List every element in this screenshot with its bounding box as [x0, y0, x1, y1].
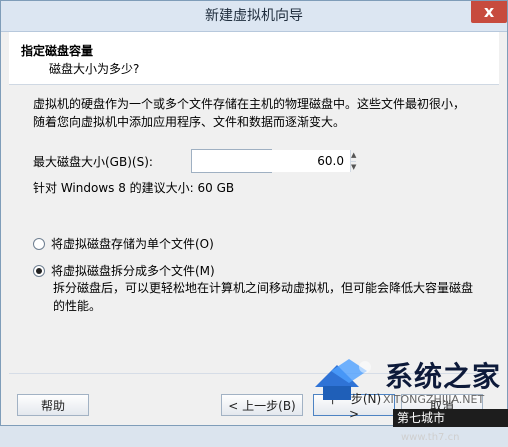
spin-up-button[interactable]: ▲: [351, 150, 357, 162]
split-files-label[interactable]: 将虚拟磁盘拆分成多个文件(M): [51, 262, 215, 279]
spinner-buttons[interactable]: ▲ ▼: [350, 150, 357, 173]
cancel-button[interactable]: 取消: [401, 394, 483, 416]
split-files-option[interactable]: 将虚拟磁盘拆分成多个文件(M): [33, 262, 215, 279]
disk-size-input[interactable]: [192, 150, 350, 172]
split-description: 拆分磁盘后，可以更轻松地在计算机之间移动虚拟机，但可能会降低大容量磁盘的性能。: [53, 281, 474, 313]
wizard-content: 虚拟机的硬盘作为一个或多个文件存储在主机的物理磁盘中。这些文件最初很小，随着您向…: [9, 85, 499, 372]
wizard-window: 新建虚拟机向导 x 指定磁盘容量 磁盘大小为多少? 虚拟机的硬盘作为一个或多个文…: [0, 0, 508, 443]
radio-button-split-files[interactable]: [33, 264, 45, 277]
single-file-option[interactable]: 将虚拟磁盘存储为单个文件(O): [33, 235, 214, 252]
next-button[interactable]: 下一步(N) >: [313, 392, 395, 421]
back-button[interactable]: < 上一步(B): [221, 394, 303, 416]
single-file-label[interactable]: 将虚拟磁盘存储为单个文件(O): [51, 235, 214, 252]
watermark-bottom-url: www.th7.cn: [401, 432, 460, 443]
wizard-header: 指定磁盘容量 磁盘大小为多少?: [9, 32, 499, 85]
window-title: 新建虚拟机向导: [205, 8, 303, 24]
title-bar: 新建虚拟机向导 x: [1, 1, 507, 32]
radio-button-single-file[interactable]: [33, 237, 45, 250]
spin-down-button[interactable]: ▼: [351, 162, 356, 173]
disk-description: 虚拟机的硬盘作为一个或多个文件存储在主机的物理磁盘中。这些文件最初很小，随着您向…: [33, 97, 466, 129]
recommended-size-text: 针对 Windows 8 的建议大小: 60 GB: [33, 181, 235, 195]
page-title: 指定磁盘容量: [21, 44, 94, 58]
disk-size-spinner[interactable]: ▲ ▼: [191, 149, 357, 173]
disk-size-label: 最大磁盘大小(GB)(S):: [33, 154, 153, 169]
close-button[interactable]: x: [471, 1, 507, 23]
page-subtitle: 磁盘大小为多少?: [49, 62, 140, 76]
help-button[interactable]: 帮助: [17, 394, 89, 416]
disk-size-row: 最大磁盘大小(GB)(S): ▲ ▼: [33, 149, 357, 173]
wizard-footer: 帮助 < 上一步(B) 下一步(N) > 取消: [9, 373, 499, 421]
